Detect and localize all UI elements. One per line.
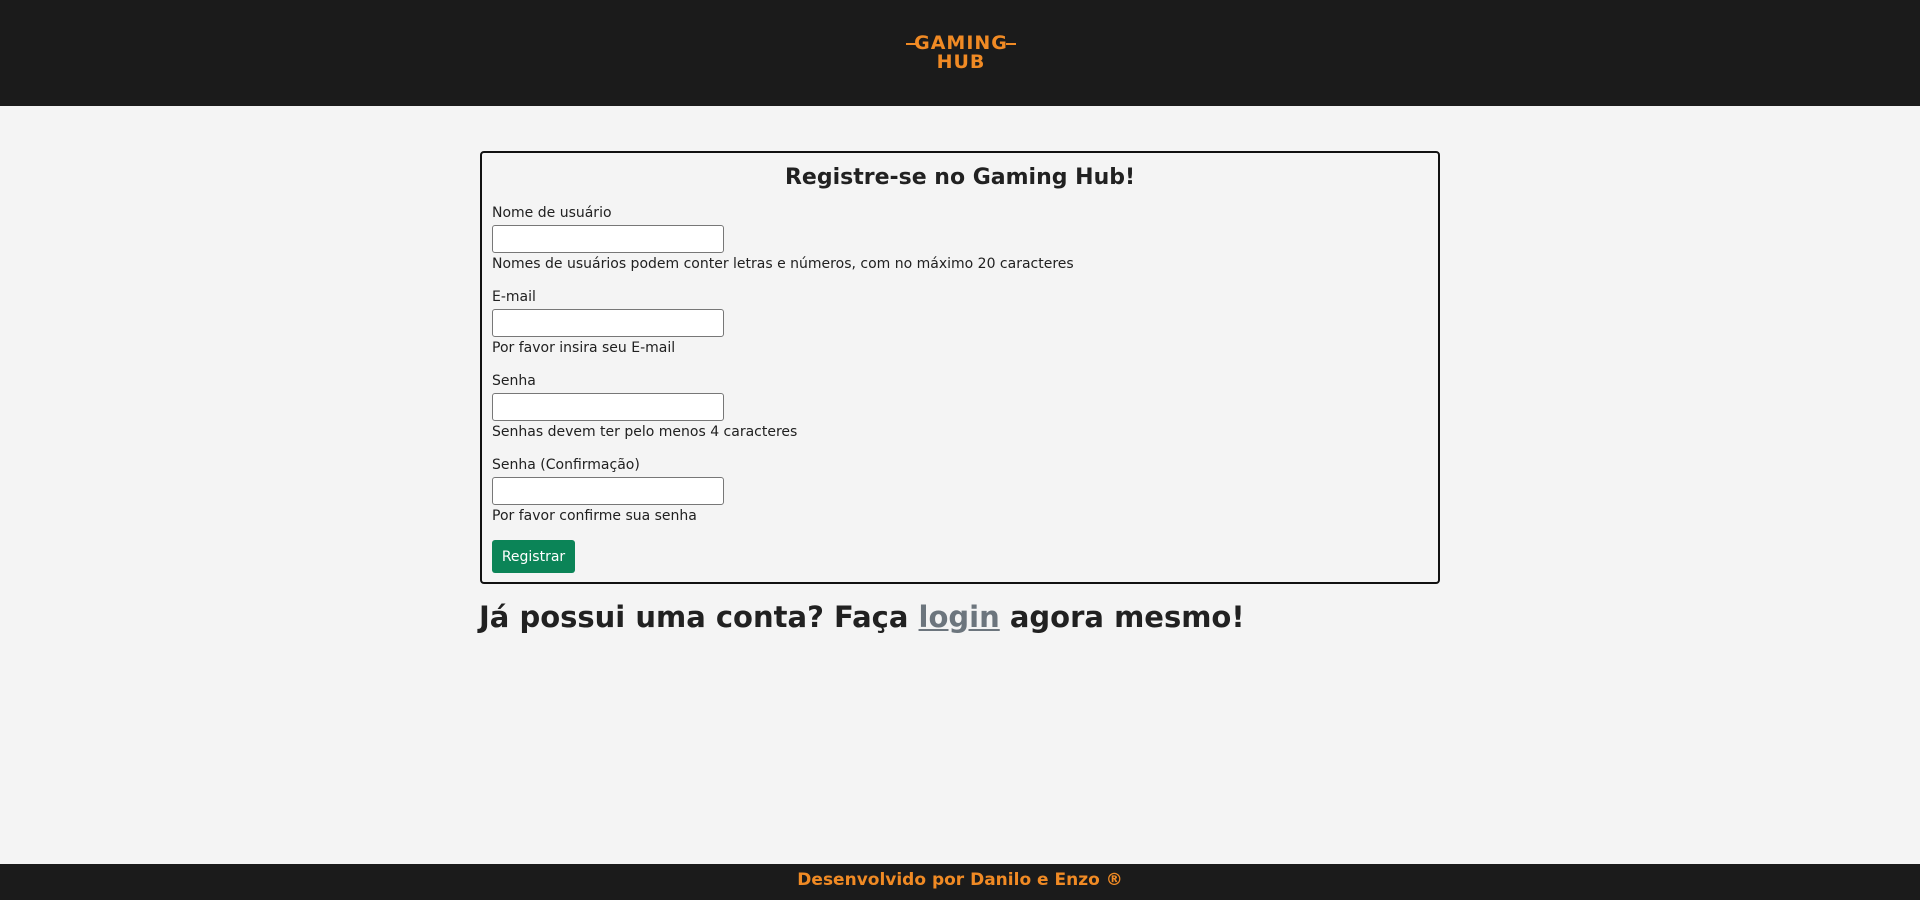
password-confirm-field-group: Senha (Confirmação) Por favor confirme s… [492, 456, 1092, 525]
login-prompt: Já possui uma conta? Faça login agora me… [479, 600, 1245, 634]
password-confirm-label: Senha (Confirmação) [492, 457, 640, 473]
username-help-text: Nomes de usuários podem conter letras e … [492, 256, 1074, 272]
username-input[interactable] [492, 225, 724, 253]
password-field-group: Senha Senhas devem ter pelo menos 4 cara… [492, 372, 1092, 441]
password-input[interactable] [492, 393, 724, 421]
email-label: E-mail [492, 289, 536, 305]
email-help-text: Por favor insira seu E-mail [492, 340, 676, 356]
username-label: Nome de usuário [492, 205, 612, 221]
logo-text-bottom: HUB [936, 51, 986, 73]
register-button[interactable]: Registrar [492, 540, 575, 573]
footer-credits: Desenvolvido por Danilo e Enzo ® [797, 870, 1123, 890]
page: GAMING HUB Registre-se no Gaming Hub! No… [0, 0, 1920, 900]
site-footer: Desenvolvido por Danilo e Enzo ® [0, 864, 1920, 900]
email-input[interactable] [492, 309, 724, 337]
password-confirm-help-text: Por favor confirme sua senha [492, 508, 697, 524]
gaming-hub-logo[interactable]: GAMING HUB [906, 34, 1016, 76]
site-header: GAMING HUB [0, 0, 1920, 106]
form-title: Registre-se no Gaming Hub! [784, 165, 1136, 190]
logo-text-top: GAMING [906, 34, 1016, 53]
email-field-group: E-mail Por favor insira seu E-mail [492, 288, 1092, 357]
username-field-group: Nome de usuário Nomes de usuários podem … [492, 204, 1092, 273]
register-form: Registre-se no Gaming Hub! Nome de usuár… [480, 151, 1440, 584]
login-prompt-after: agora mesmo! [999, 600, 1245, 634]
password-help-text: Senhas devem ter pelo menos 4 caracteres [492, 424, 798, 440]
password-label: Senha [492, 373, 536, 389]
login-prompt-before: Já possui uma conta? Faça [479, 600, 919, 634]
login-link[interactable]: login [919, 600, 1000, 634]
password-confirm-input[interactable] [492, 477, 724, 505]
